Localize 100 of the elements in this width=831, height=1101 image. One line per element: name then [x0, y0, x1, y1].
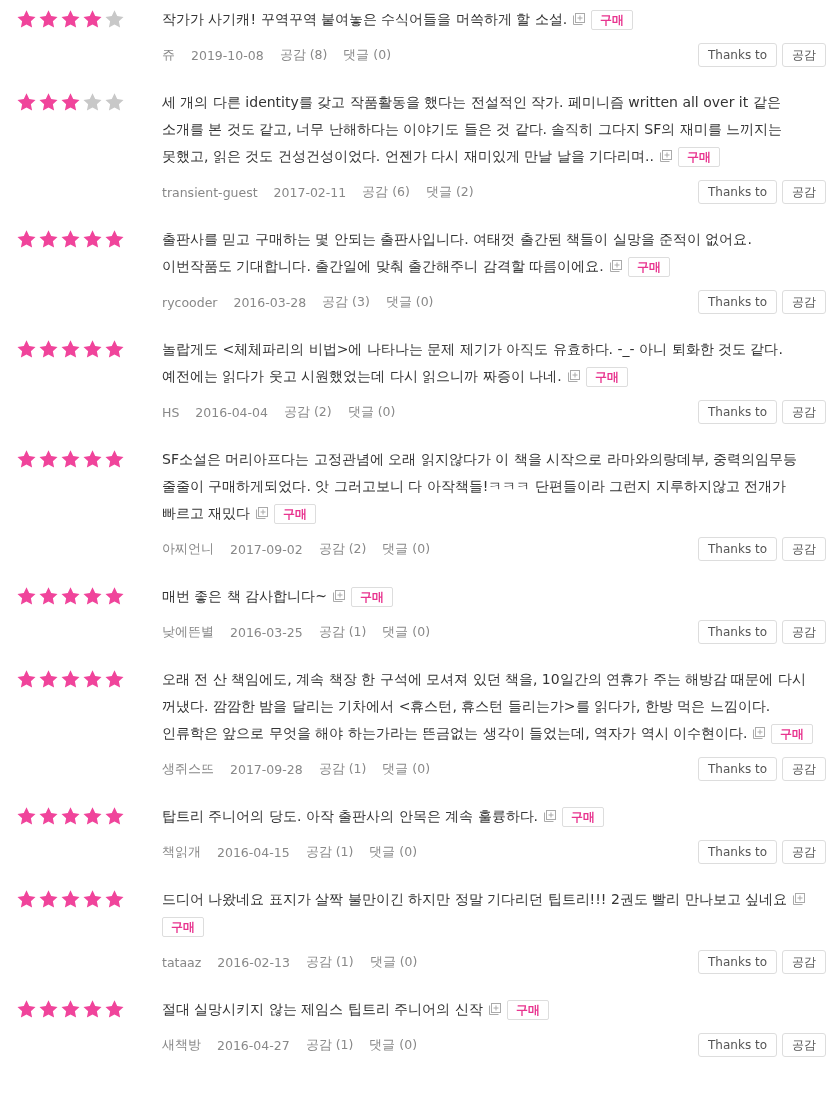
- star-icon: [82, 669, 103, 690]
- like-button[interactable]: 공감: [782, 950, 826, 974]
- comment-count[interactable]: 댓글 (0): [369, 1036, 418, 1054]
- comment-count[interactable]: 댓글 (0): [385, 293, 434, 311]
- like-button[interactable]: 공감: [782, 43, 826, 67]
- author-name[interactable]: rycooder: [162, 294, 218, 310]
- purchase-badge: 구매: [274, 504, 317, 524]
- like-button[interactable]: 공감: [782, 757, 826, 781]
- review-text: 매번 좋은 책 감사합니다~ 구매: [162, 583, 826, 610]
- expand-icon[interactable]: [753, 727, 766, 739]
- star-icon: [104, 92, 125, 113]
- star-icon: [16, 999, 37, 1020]
- star-icon: [60, 9, 81, 30]
- star-icon: [16, 229, 37, 250]
- star-icon: [82, 229, 103, 250]
- comment-count[interactable]: 댓글 (0): [382, 540, 431, 558]
- review-text: 오래 전 산 책임에도, 계속 책장 한 구석에 모셔져 있던 책을, 10일간의 연휴가 주는 해방감 때문에 다시 꺼냈다. 깜깜한 밤을 달리는 기차에서 <휴스턴, 휴스턴 들리는가>를 읽다가, 한방 먹은 느낌이다. 인류학은 앞으로 무엇을 해야 하는가라는 뜬금없는 생각이 들었는데, 역자가 역시 이수현이다. 구매: [162, 666, 826, 747]
- star-icon: [16, 92, 37, 113]
- purchase-badge: 구매: [506, 1000, 549, 1020]
- star-icon: [60, 339, 81, 360]
- thanks-button[interactable]: Thanks to: [698, 620, 777, 644]
- star-icon: [38, 806, 59, 827]
- star-icon: [38, 889, 59, 910]
- thanks-button[interactable]: Thanks to: [698, 1033, 777, 1057]
- star-icon: [104, 999, 125, 1020]
- thanks-button[interactable]: Thanks to: [698, 757, 777, 781]
- thanks-button[interactable]: Thanks to: [698, 537, 777, 561]
- star-icon: [38, 229, 59, 250]
- comment-count[interactable]: 댓글 (0): [369, 843, 418, 861]
- author-name[interactable]: HS: [162, 404, 180, 420]
- author-name[interactable]: 생쥐스뜨: [162, 760, 214, 778]
- star-icon: [38, 339, 59, 360]
- comment-count[interactable]: 댓글 (0): [369, 953, 418, 971]
- expand-icon[interactable]: [793, 893, 806, 905]
- thanks-button[interactable]: Thanks to: [698, 43, 777, 67]
- expand-icon[interactable]: [333, 590, 346, 602]
- comment-count[interactable]: 댓글 (2): [425, 183, 474, 201]
- star-icon: [38, 669, 59, 690]
- expand-icon[interactable]: [609, 260, 622, 272]
- purchase-badge: 구매: [351, 587, 394, 607]
- review-text: SF소설은 머리아프다는 고정관념에 오래 읽지않다가 이 책을 시작으로 라마와의랑데부, 중력의임무등 줄줄이 구매하게되었다. 앗 그러고보니 다 아작책들!ㅋㅋㅋ 단편들이라 그런지 지루하지않고 전개가 빠르고 재밌다 구매: [162, 446, 826, 527]
- star-icon: [38, 9, 59, 30]
- like-count: 공감 (2): [318, 540, 367, 558]
- expand-icon[interactable]: [567, 370, 580, 382]
- author-name[interactable]: 아찌언니: [162, 540, 214, 558]
- review-date: 2017-02-11: [273, 184, 347, 200]
- like-button[interactable]: 공감: [782, 180, 826, 204]
- star-icon: [60, 999, 81, 1020]
- review-text: 절대 실망시키지 않는 제임스 팁트리 주니어의 신작 구매: [162, 996, 826, 1023]
- author-name[interactable]: 새책방: [162, 1036, 201, 1054]
- star-icon: [104, 806, 125, 827]
- purchase-badge: 구매: [162, 917, 204, 937]
- star-icon: [16, 669, 37, 690]
- star-icon: [82, 9, 103, 30]
- review-date: 2016-03-25: [230, 624, 303, 640]
- like-count: 공감 (1): [318, 760, 367, 778]
- expand-icon[interactable]: [573, 13, 586, 25]
- thanks-button[interactable]: Thanks to: [698, 180, 777, 204]
- author-name[interactable]: tataaz: [162, 954, 202, 970]
- star-icon: [104, 889, 125, 910]
- comment-count[interactable]: 댓글 (0): [343, 46, 392, 64]
- comment-count[interactable]: 댓글 (0): [382, 760, 431, 778]
- thanks-button[interactable]: Thanks to: [698, 290, 777, 314]
- author-name[interactable]: 쥬: [162, 46, 175, 64]
- like-button[interactable]: 공감: [782, 400, 826, 424]
- star-icon: [82, 806, 103, 827]
- star-icon: [16, 889, 37, 910]
- like-button[interactable]: 공감: [782, 537, 826, 561]
- author-name[interactable]: transient-guest: [162, 184, 258, 200]
- review-date: 2016-03-28: [233, 294, 307, 310]
- like-count: 공감 (1): [305, 843, 354, 861]
- like-button[interactable]: 공감: [782, 1033, 826, 1057]
- purchase-badge: 구매: [771, 724, 814, 744]
- like-button[interactable]: 공감: [782, 620, 826, 644]
- star-icon: [82, 889, 103, 910]
- star-icon: [104, 669, 125, 690]
- purchase-badge: 구매: [562, 807, 605, 827]
- review-date: 2016-04-15: [217, 844, 290, 860]
- thanks-button[interactable]: Thanks to: [698, 400, 777, 424]
- expand-icon[interactable]: [256, 507, 269, 519]
- thanks-button[interactable]: Thanks to: [698, 840, 777, 864]
- expand-icon[interactable]: [488, 1003, 501, 1015]
- thanks-button[interactable]: Thanks to: [698, 950, 777, 974]
- purchase-badge: 구매: [627, 257, 670, 277]
- like-button[interactable]: 공감: [782, 840, 826, 864]
- expand-icon[interactable]: [659, 150, 672, 162]
- comment-count[interactable]: 댓글 (0): [382, 623, 431, 641]
- star-icon: [38, 449, 59, 470]
- star-icon: [104, 9, 125, 30]
- star-icon: [82, 449, 103, 470]
- expand-icon[interactable]: [544, 810, 557, 822]
- purchase-badge: 구매: [591, 10, 634, 30]
- review-text: 탑트리 주니어의 당도. 아작 출판사의 안목은 계속 훌륭하다. 구매: [162, 803, 826, 830]
- like-count: 공감 (3): [322, 293, 370, 311]
- comment-count[interactable]: 댓글 (0): [347, 403, 396, 421]
- star-icon: [104, 586, 125, 607]
- like-button[interactable]: 공감: [782, 290, 826, 314]
- author-name[interactable]: 책읽개: [162, 843, 201, 861]
- star-icon: [16, 449, 37, 470]
- author-name[interactable]: 낮에뜬별: [162, 623, 214, 641]
